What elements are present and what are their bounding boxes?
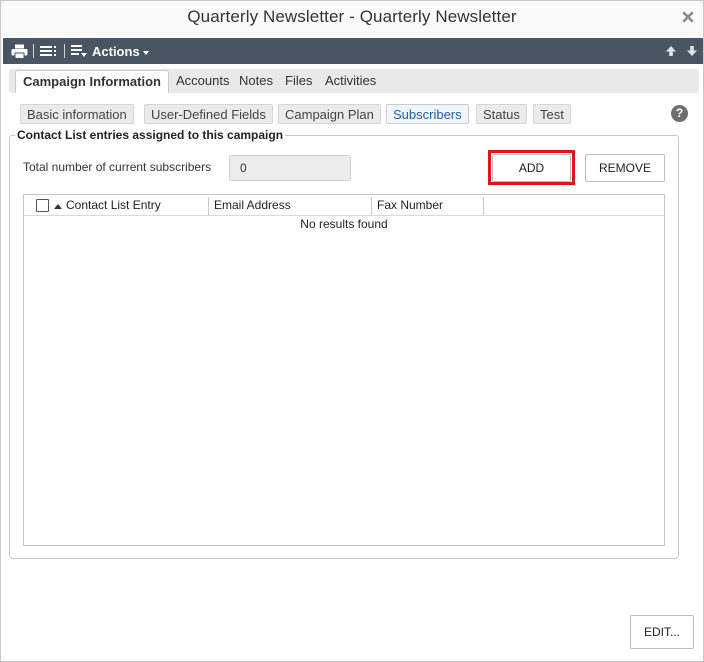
subtab-test[interactable]: Test (533, 104, 571, 124)
grid-header: Contact List Entry Email Address Fax Num… (24, 195, 664, 216)
tab-campaign-information[interactable]: Campaign Information (15, 70, 169, 93)
tab-activities[interactable]: Activities (319, 69, 382, 93)
sort-ascending-icon (54, 204, 62, 209)
column-header-fax-number[interactable]: Fax Number (377, 195, 443, 216)
toolbar-separator (33, 44, 34, 58)
subtab-campaign-plan[interactable]: Campaign Plan (278, 104, 381, 124)
list-icon (40, 46, 56, 56)
subtab-user-defined-fields[interactable]: User-Defined Fields (144, 104, 273, 124)
column-separator[interactable] (371, 197, 372, 215)
column-header-contact-list-entry[interactable]: Contact List Entry (66, 195, 161, 216)
toolbar: Actions (3, 38, 703, 64)
edit-button[interactable]: EDIT... (630, 615, 694, 649)
print-button[interactable] (11, 42, 28, 60)
empty-grid-message: No results found (300, 217, 388, 231)
arrow-up-icon (666, 46, 676, 56)
toolbar-separator (64, 44, 65, 58)
title-bar: Quarterly Newsletter - Quarterly Newslet… (1, 1, 703, 37)
subtab-basic-information[interactable]: Basic information (20, 104, 134, 124)
actions-menu[interactable]: Actions (71, 42, 149, 60)
tab-files[interactable]: Files (279, 69, 318, 93)
campaign-window: Quarterly Newsletter - Quarterly Newslet… (0, 0, 704, 662)
tab-notes[interactable]: Notes (233, 69, 279, 93)
total-subscribers-field: 0 (229, 155, 351, 181)
close-icon[interactable] (681, 10, 695, 24)
arrow-down-icon (687, 46, 697, 56)
help-icon[interactable]: ? (671, 105, 688, 122)
tab-accounts[interactable]: Accounts (170, 69, 235, 93)
column-header-email-address[interactable]: Email Address (214, 195, 291, 216)
remove-button[interactable]: REMOVE (585, 154, 665, 182)
window-title: Quarterly Newsletter - Quarterly Newslet… (187, 7, 517, 26)
actions-label: Actions (92, 43, 140, 59)
select-all-checkbox[interactable] (36, 199, 49, 212)
subscribers-grid: Contact List Entry Email Address Fax Num… (23, 194, 665, 546)
print-icon (11, 44, 28, 59)
column-separator[interactable] (483, 197, 484, 215)
add-button-highlight (488, 150, 575, 185)
list-view-button[interactable] (40, 42, 57, 60)
total-subscribers-label: Total number of current subscribers (23, 160, 212, 174)
previous-record-button[interactable] (665, 42, 677, 60)
detail-list-icon (71, 45, 87, 57)
column-separator[interactable] (208, 197, 209, 215)
section-legend: Contact List entries assigned to this ca… (15, 128, 286, 142)
subtab-subscribers[interactable]: Subscribers (386, 104, 469, 124)
chevron-down-icon (142, 51, 149, 55)
subtab-status[interactable]: Status (476, 104, 527, 124)
next-record-button[interactable] (686, 42, 698, 60)
main-tab-bar: Campaign Information Accounts Notes File… (9, 69, 699, 93)
